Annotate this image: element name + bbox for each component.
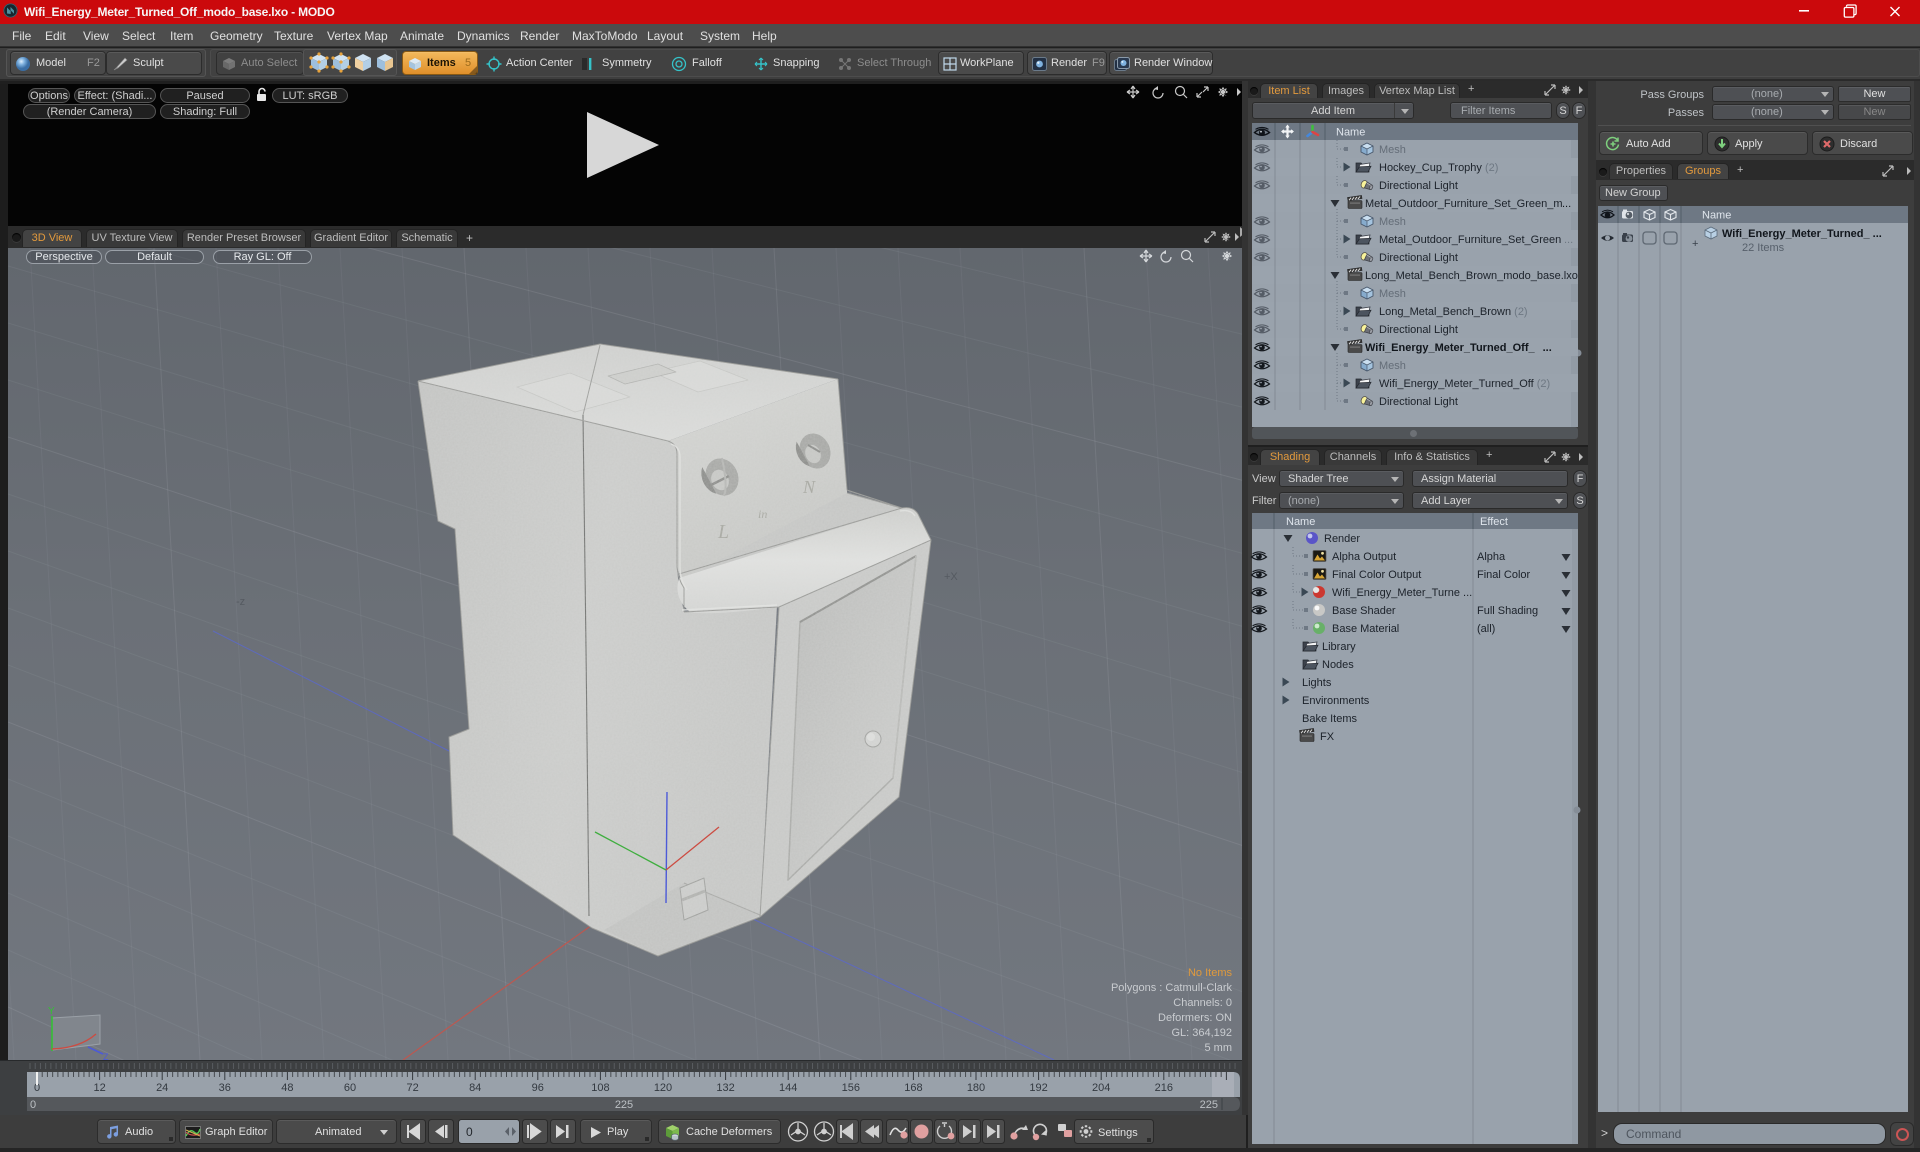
svg-text:0: 0 (30, 1099, 36, 1111)
svg-text:Long_Metal_Bench_Brown (2): Long_Metal_Bench_Brown (2) (1379, 306, 1528, 318)
svg-text:Wifi_Energy_Meter_Turned_Off (: Wifi_Energy_Meter_Turned_Off (2) (1379, 378, 1550, 390)
svg-text:Base Material: Base Material (1332, 623, 1399, 635)
svg-text:60: 60 (344, 1082, 356, 1094)
svg-text:Name: Name (1702, 210, 1731, 222)
svg-text:Long_Metal_Bench_Brown_modo_ba: Long_Metal_Bench_Brown_modo_base.lxo (1365, 270, 1578, 282)
svg-text:192: 192 (1029, 1082, 1047, 1094)
svg-text:Final Color Output: Final Color Output (1332, 569, 1421, 581)
svg-text:Render: Render (1324, 533, 1360, 545)
svg-text:Nodes: Nodes (1322, 659, 1354, 671)
svg-text:0: 0 (466, 1125, 473, 1139)
svg-text:84: 84 (469, 1082, 481, 1094)
svg-text:12: 12 (93, 1082, 105, 1094)
svg-text:Mesh: Mesh (1379, 360, 1406, 372)
svg-text:Z: Z (103, 1052, 109, 1060)
svg-text:+: + (1692, 238, 1698, 250)
svg-text:216: 216 (1155, 1082, 1173, 1094)
svg-text:Alpha Output: Alpha Output (1332, 551, 1396, 563)
svg-text:24: 24 (156, 1082, 168, 1094)
svg-text:Mesh: Mesh (1379, 288, 1406, 300)
svg-text:Y: Y (48, 1006, 55, 1017)
svg-text:Final Color: Final Color (1477, 569, 1531, 581)
svg-text:180: 180 (967, 1082, 985, 1094)
svg-text:48: 48 (281, 1082, 293, 1094)
svg-text:Wifi_Energy_Meter_Turned_ ...: Wifi_Energy_Meter_Turned_ ... (1722, 228, 1882, 240)
svg-text:Directional Light: Directional Light (1379, 252, 1458, 264)
svg-text:204: 204 (1092, 1082, 1110, 1094)
svg-text:Directional Light: Directional Light (1379, 324, 1458, 336)
svg-text:108: 108 (591, 1082, 609, 1094)
svg-text:132: 132 (716, 1082, 734, 1094)
svg-text:225: 225 (615, 1099, 633, 1111)
svg-text:Lights: Lights (1302, 677, 1332, 689)
svg-text:Metal_Outdoor_Furniture_Set_Gr: Metal_Outdoor_Furniture_Set_Green_m (1365, 198, 1563, 210)
svg-text:Wifi_Energy_Meter_Turned_Off_: Wifi_Energy_Meter_Turned_Off_ (1365, 342, 1536, 354)
svg-text:Hockey_Cup_Trophy (2): Hockey_Cup_Trophy (2) (1379, 162, 1498, 174)
svg-text:...: ... (1564, 234, 1573, 246)
svg-text:156: 156 (842, 1082, 860, 1094)
svg-text:Directional Light: Directional Light (1379, 180, 1458, 192)
svg-text:Settings: Settings (1098, 1127, 1138, 1139)
svg-text:72: 72 (406, 1082, 418, 1094)
svg-text:22 Items: 22 Items (1742, 242, 1785, 254)
svg-text:168: 168 (904, 1082, 922, 1094)
svg-text:...: ... (1543, 342, 1552, 354)
svg-text:Bake Items: Bake Items (1302, 713, 1358, 725)
svg-text:Wifi_Energy_Meter_Turne ...: Wifi_Energy_Meter_Turne ... (1332, 587, 1472, 599)
svg-text:Directional Light: Directional Light (1379, 396, 1458, 408)
svg-text:(all): (all) (1477, 623, 1495, 635)
svg-text:Base Shader: Base Shader (1332, 605, 1396, 617)
svg-text:Library: Library (1322, 641, 1356, 653)
svg-text:Mesh: Mesh (1379, 216, 1406, 228)
svg-text:Metal_Outdoor_Furniture_Set_Gr: Metal_Outdoor_Furniture_Set_Green (1379, 234, 1561, 246)
svg-text:...: ... (1562, 198, 1571, 210)
svg-text:144: 144 (779, 1082, 797, 1094)
svg-text:Name: Name (1336, 127, 1365, 139)
svg-text:Environments: Environments (1302, 695, 1370, 707)
svg-text:Effect: Effect (1480, 516, 1508, 528)
svg-text:36: 36 (219, 1082, 231, 1094)
svg-text:Full Shading: Full Shading (1477, 605, 1538, 617)
svg-text:Alpha: Alpha (1477, 551, 1506, 563)
svg-text:96: 96 (532, 1082, 544, 1094)
svg-text:225: 225 (1200, 1099, 1218, 1111)
svg-text:Mesh: Mesh (1379, 144, 1406, 156)
svg-text:Name: Name (1286, 516, 1315, 528)
svg-text:FX: FX (1320, 731, 1335, 743)
svg-text:120: 120 (654, 1082, 672, 1094)
